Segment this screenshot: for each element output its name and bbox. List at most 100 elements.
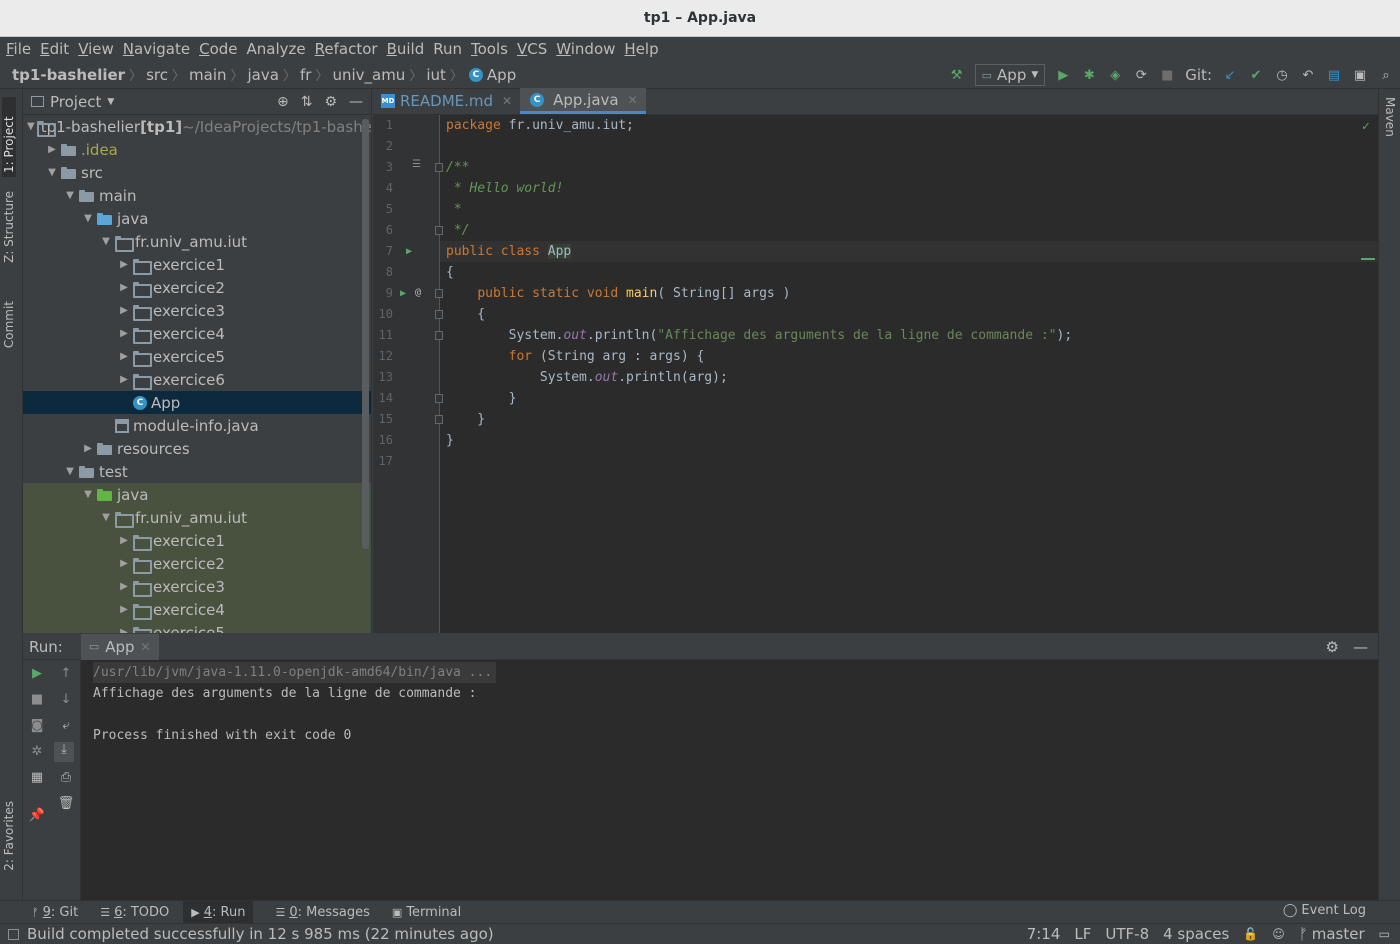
tool-window-button[interactable]: ▶ 4: Run [183, 900, 254, 924]
menu-item-tools[interactable]: Tools [471, 40, 508, 58]
tree-item[interactable]: ▼ fr.univ_amu.iut [23, 230, 371, 253]
chevron-right-icon[interactable]: ▶ [117, 305, 131, 316]
chevron-right-icon[interactable]: ▶ [117, 259, 131, 270]
breadcrumb-item[interactable]: iut [426, 66, 446, 84]
chevron-right-icon[interactable]: ▶ [117, 581, 131, 592]
coverage-icon[interactable]: ◈ [1107, 67, 1123, 83]
fold-marker-icon[interactable] [435, 394, 443, 403]
tool-window-button[interactable]: ᚠ 9: Git [32, 905, 78, 920]
minimize-icon[interactable]: — [1353, 638, 1368, 656]
run-config-selector[interactable]: ▭ App ▼ [974, 64, 1046, 86]
tab-favorites[interactable]: 2: Favorites [2, 801, 16, 871]
print-icon[interactable]: ⎙ [56, 770, 76, 785]
chevron-right-icon[interactable]: ▶ [117, 374, 131, 385]
close-icon[interactable]: ✕ [141, 640, 151, 654]
tree-item[interactable]: ▶ exercice1 [23, 253, 371, 276]
breadcrumb-item[interactable]: src [146, 66, 168, 84]
tree-item[interactable]: ▶ exercice6 [23, 368, 371, 391]
tab-commit[interactable]: Commit [2, 301, 16, 348]
editor-tab[interactable]: C App.java ✕ [520, 88, 646, 114]
history-icon[interactable]: ◷ [1274, 67, 1290, 83]
breadcrumb-item[interactable]: fr [300, 66, 311, 84]
menu-item-view[interactable]: View [78, 40, 114, 58]
doc-render-icon[interactable]: ☰ [412, 159, 421, 170]
close-icon[interactable]: ✕ [628, 93, 638, 107]
chevron-down-icon[interactable]: ▼ [81, 489, 95, 500]
breadcrumb-item[interactable]: univ_amu [332, 66, 405, 84]
minimize-icon[interactable]: — [349, 94, 363, 110]
tree-item[interactable]: ▶ exercice5 [23, 621, 371, 633]
menu-item-code[interactable]: Code [199, 40, 237, 58]
menu-item-help[interactable]: Help [624, 40, 658, 58]
soft-wrap-icon[interactable]: ⤶ [56, 718, 76, 733]
tab-maven[interactable]: Maven [1383, 97, 1397, 137]
chevron-down-icon[interactable]: ▼ [63, 190, 77, 201]
gear-icon[interactable]: ⚙ [324, 94, 337, 110]
line-separator[interactable]: LF [1074, 925, 1091, 943]
tree-item[interactable]: ▶ .idea [23, 138, 371, 161]
tree-item[interactable]: ▶ exercice4 [23, 598, 371, 621]
fold-marker-icon[interactable] [435, 226, 443, 235]
build-hammer-icon[interactable]: ⚒ [949, 67, 965, 83]
chevron-right-icon[interactable]: ▶ [45, 144, 59, 155]
tree-item[interactable]: ▶ exercice3 [23, 299, 371, 322]
event-log-button[interactable]: ◯ Event Log [1283, 903, 1366, 918]
tree-item[interactable]: ▼ java [23, 207, 371, 230]
stop-icon[interactable]: ■ [1159, 67, 1175, 83]
breadcrumb-item[interactable]: main [189, 66, 226, 84]
chevron-down-icon[interactable]: ▼ [107, 97, 114, 107]
git-branch[interactable]: ᚠ master [1299, 925, 1365, 943]
tree-item[interactable]: ▶ exercice4 [23, 322, 371, 345]
tree-item[interactable]: module-info.java [23, 414, 371, 437]
stop-icon[interactable]: ■ [27, 692, 47, 707]
git-update-icon[interactable]: ↙ [1222, 67, 1238, 83]
chevron-right-icon[interactable]: ▶ [117, 282, 131, 293]
run-gutter-icon[interactable]: ▶ [406, 246, 412, 257]
tree-item[interactable]: ▶ exercice2 [23, 276, 371, 299]
fold-marker-icon[interactable] [435, 331, 443, 340]
inspector-icon[interactable]: ☺ [1272, 927, 1285, 941]
fold-marker-icon[interactable] [435, 163, 443, 172]
menu-item-file[interactable]: File [6, 40, 31, 58]
fold-marker-icon[interactable] [435, 310, 443, 319]
layout-icon[interactable]: ▦ [27, 770, 47, 785]
chevron-right-icon[interactable]: ▶ [117, 351, 131, 362]
lock-icon[interactable]: 🔓 [1243, 927, 1258, 941]
rollback-icon[interactable]: ↶ [1300, 67, 1316, 83]
tree-item[interactable]: ▼ test [23, 460, 371, 483]
tree-item[interactable]: ▶ resources [23, 437, 371, 460]
rerun-icon[interactable]: ▶ [27, 666, 47, 681]
menu-item-vcs[interactable]: VCS [517, 40, 547, 58]
chevron-right-icon[interactable]: ▶ [117, 604, 131, 615]
project-structure-icon[interactable]: ▤ [1326, 67, 1342, 83]
tab-project[interactable]: 1: Project [2, 97, 16, 177]
editor-tab[interactable]: MD README.md ✕ [373, 88, 520, 114]
menu-item-window[interactable]: Window [556, 40, 615, 58]
file-encoding[interactable]: UTF-8 [1105, 925, 1149, 943]
chevron-right-icon[interactable]: ▶ [117, 535, 131, 546]
close-icon[interactable]: ✕ [502, 94, 512, 108]
arrow-down-icon[interactable]: ↓ [56, 692, 76, 707]
menu-item-run[interactable]: Run [433, 40, 462, 58]
tree-item[interactable]: C App [23, 391, 371, 414]
memory-icon[interactable]: ▭ [1379, 927, 1390, 941]
chevron-down-icon[interactable]: ▼ [27, 121, 35, 132]
profile-icon[interactable]: ⟳ [1133, 67, 1149, 83]
run-icon[interactable]: ▶ [1055, 67, 1071, 83]
indent-setting[interactable]: 4 spaces [1163, 925, 1229, 943]
tool-window-button[interactable]: ▣ Terminal [392, 905, 461, 920]
menu-item-edit[interactable]: Edit [40, 40, 69, 58]
scroll-to-end-icon[interactable]: ⤓ [54, 742, 74, 762]
status-message[interactable]: Build completed successfully in 12 s 985… [27, 925, 494, 943]
search-icon[interactable]: ⌕ [1378, 67, 1394, 83]
pin-icon[interactable]: 📌 [27, 808, 47, 823]
camera-icon[interactable]: ◙ [27, 718, 47, 733]
toggle-toolbar-icon[interactable]: ▣ [1352, 67, 1368, 83]
chevron-right-icon[interactable]: ▶ [117, 558, 131, 569]
chevron-down-icon[interactable]: ▼ [81, 213, 95, 224]
tree-item[interactable]: ▶ exercice3 [23, 575, 371, 598]
tree-item[interactable]: ▼ main [23, 184, 371, 207]
gear-icon[interactable]: ⚙ [1326, 638, 1339, 656]
fold-marker-icon[interactable] [435, 415, 443, 424]
chevron-down-icon[interactable]: ▼ [45, 167, 59, 178]
